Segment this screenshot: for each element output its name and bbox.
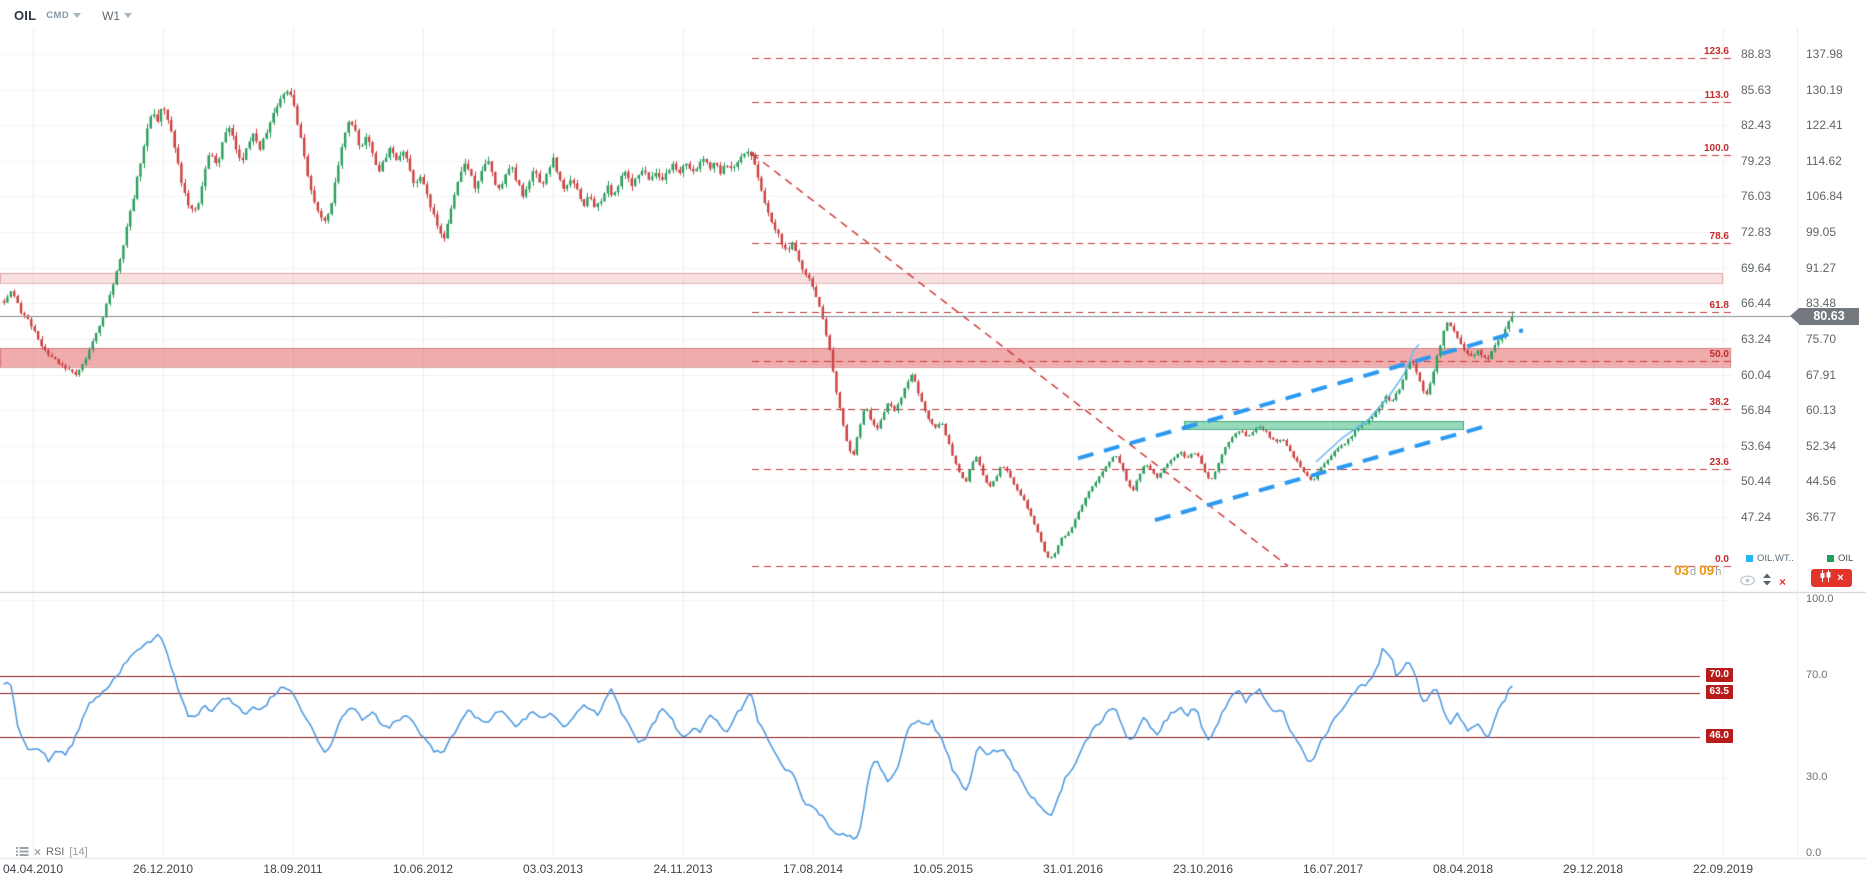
price-axis-left-value: 56.84 (1741, 403, 1772, 418)
date-axis-label: 31.01.2016 (1042, 862, 1104, 876)
price-axis-left-value: 60.04 (1741, 367, 1772, 382)
price-axis-left-value: 66.44 (1741, 296, 1772, 311)
rsi-level-tag: 63.5 (1705, 684, 1733, 699)
countdown-days: 03 (1674, 563, 1690, 578)
main-color-swatch (1827, 555, 1834, 562)
date-axis-label: 04.04.2010 (2, 862, 64, 876)
price-axis-right-value: 130.19 (1806, 82, 1843, 97)
fib-level-label: 23.6 (1709, 457, 1729, 469)
date-axis-label: 23.10.2016 (1172, 862, 1234, 876)
rsi-scale-label: 30.0 (1806, 770, 1828, 783)
overlay-legend: OIL.WT.. (1746, 553, 1794, 564)
price-chart-canvas[interactable] (0, 0, 1866, 885)
overlay-legend-label: OIL.WT.. (1757, 553, 1794, 564)
price-axis-left-value: 50.44 (1741, 474, 1772, 489)
indicator-settings-icon[interactable] (16, 843, 29, 861)
rsi-scale-label: 70.0 (1806, 669, 1828, 681)
price-axis-left-value: 69.64 (1741, 260, 1772, 275)
fib-level-label: 113.0 (1704, 89, 1729, 101)
price-axis-right-value: 99.05 (1806, 225, 1837, 240)
date-axis-label: 24.11.2013 (653, 862, 713, 876)
price-axis-right-value: 122.41 (1806, 118, 1843, 133)
date-axis-label: 03.03.2013 (522, 862, 584, 876)
price-axis-left-value: 47.24 (1741, 509, 1772, 524)
instrument-symbol: OIL (14, 8, 37, 23)
trading-platform-window: OIL CMD W1 80.63 03d09h OIL.WT.. × OIL (0, 0, 1866, 885)
date-axis-label: 18.09.2011 (263, 862, 323, 876)
price-axis-right-value: 52.34 (1806, 438, 1837, 453)
fib-level-label: 50.0 (1709, 348, 1729, 360)
price-tag-arrow (1790, 308, 1799, 324)
price-axis-right-value: 44.56 (1806, 474, 1837, 489)
reorder-icon[interactable] (1762, 573, 1772, 591)
price-axis-left-value: 53.64 (1741, 438, 1772, 453)
price-axis-right-value: 106.84 (1806, 189, 1843, 204)
price-axis-left-value: 76.03 (1741, 189, 1772, 204)
remove-indicator-icon[interactable]: × (34, 846, 41, 858)
date-axis-label: 16.07.2017 (1302, 862, 1364, 876)
chevron-down-icon (73, 13, 82, 18)
fib-level-label: 61.8 (1709, 300, 1729, 312)
date-axis-label: 08.04.2018 (1432, 862, 1494, 876)
indicator-name: RSI (46, 846, 65, 858)
indicator-period: [14] (69, 846, 88, 858)
countdown-hours-unit: h (1715, 566, 1722, 578)
instrument-type-dropdown[interactable]: CMD (43, 10, 82, 21)
price-axis-left-value: 88.83 (1741, 47, 1772, 61)
price-axis-right-value: 36.77 (1806, 509, 1837, 524)
price-axis-right-value: 60.13 (1806, 403, 1837, 418)
price-axis-left-value: 82.43 (1741, 118, 1772, 133)
rsi-level-tag: 46.0 (1705, 729, 1733, 744)
date-axis-label: 10.05.2015 (912, 862, 974, 876)
instrument-type-label: CMD (46, 10, 70, 21)
price-axis-right-value: 75.70 (1806, 331, 1837, 346)
price-axis-right-value: 67.91 (1806, 367, 1837, 382)
countdown-hours: 09 (1699, 563, 1715, 578)
price-axis-left-value: 63.24 (1741, 331, 1772, 346)
rsi-scale-label: 100.0 (1806, 592, 1834, 605)
remove-overlay-icon[interactable]: × (1779, 576, 1786, 588)
fib-level-label: 123.6 (1703, 46, 1729, 57)
main-legend: OIL (1827, 553, 1853, 564)
price-axis-left-value: 85.63 (1741, 82, 1772, 97)
price-axis-left-value: 72.83 (1741, 225, 1772, 240)
overlay-legend-controls: × (1740, 573, 1786, 591)
date-axis-label: 22.09.2019 (1692, 862, 1754, 876)
overlay-color-swatch (1746, 555, 1753, 562)
visibility-eye-icon[interactable] (1740, 573, 1755, 591)
candle-countdown: 03d 09h (1674, 562, 1724, 580)
fib-level-label: 100.0 (1703, 143, 1729, 155)
price-axis-right-value: 137.98 (1806, 47, 1843, 61)
chevron-down-icon (124, 13, 133, 18)
fib-level-label: 38.2 (1709, 397, 1729, 409)
candlestick-icon (1819, 569, 1832, 587)
price-axis-right-value: 114.62 (1806, 153, 1842, 168)
current-price-tag: 80.63 (1799, 308, 1859, 325)
price-axis-right-value: 91.27 (1806, 260, 1837, 275)
chart-type-button[interactable]: × (1811, 569, 1852, 587)
close-icon: × (1837, 571, 1844, 584)
timeframe-label: W1 (102, 8, 121, 23)
date-axis-label: 17.08.2014 (782, 862, 844, 876)
fib-level-label: 78.6 (1709, 230, 1729, 242)
main-legend-label: OIL (1838, 553, 1854, 564)
date-axis-label: 10.06.2012 (392, 862, 454, 876)
date-axis-label: 26.12.2010 (132, 862, 194, 876)
timeframe-dropdown[interactable]: W1 (88, 8, 133, 23)
rsi-indicator-label-row: × RSI [14] (16, 843, 88, 861)
rsi-level-tag: 70.0 (1705, 668, 1733, 682)
date-axis-label: 29.12.2018 (1562, 862, 1624, 876)
price-axis-left-value: 79.23 (1741, 153, 1772, 168)
chart-header: OIL CMD W1 (14, 8, 133, 23)
countdown-days-unit: d (1690, 566, 1697, 578)
rsi-scale-label: 0.0 (1806, 847, 1822, 860)
